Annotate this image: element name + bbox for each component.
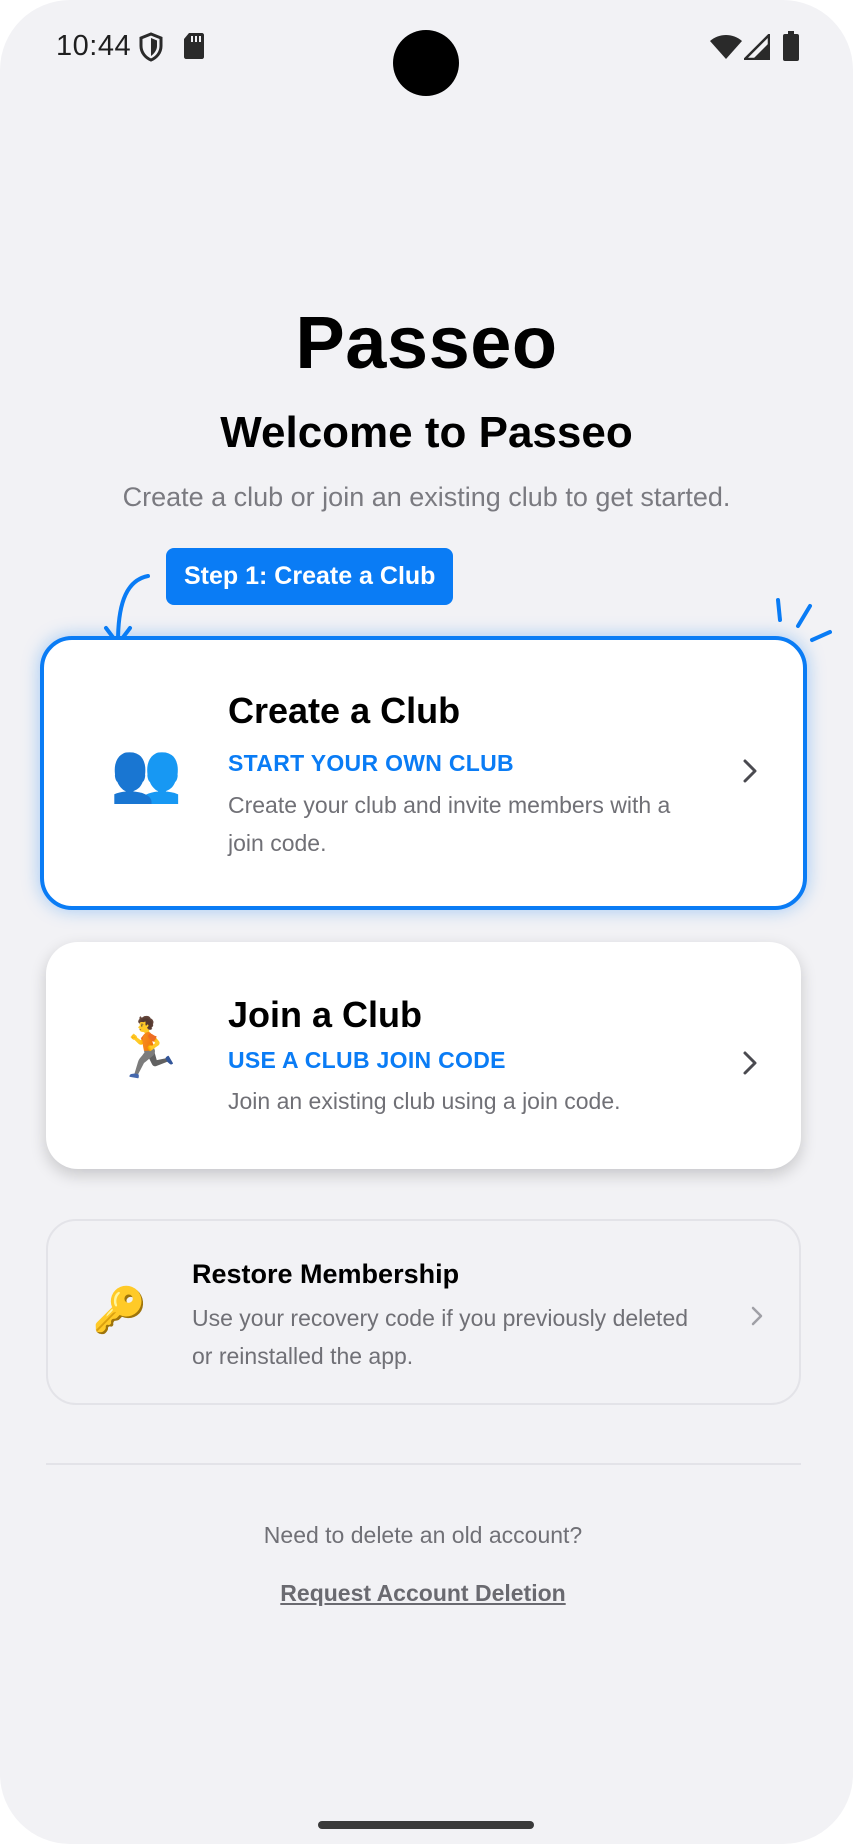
signal-icon	[744, 34, 770, 60]
app-screen: 10:44 Passeo Welcome to Passeo Create a …	[0, 0, 853, 1844]
chevron-right-icon	[743, 1051, 757, 1075]
status-time: 10:44	[56, 30, 132, 62]
restore-membership-title: Restore Membership	[192, 1259, 460, 1289]
join-club-card[interactable]: 🏃 Join a Club USE A CLUB JOIN CODE Join …	[46, 942, 801, 1169]
subtitle: Create a club or join an existing club t…	[122, 482, 731, 512]
create-club-title: Create a Club	[228, 690, 461, 731]
welcome-heading: Welcome to Passeo	[220, 408, 633, 457]
camera-cutout	[393, 30, 459, 96]
request-account-deletion-link[interactable]: Request Account Deletion	[0, 1580, 846, 1607]
join-club-description: Join an existing club using a join code.	[228, 1088, 621, 1114]
home-indicator[interactable]	[318, 1821, 534, 1829]
people-icon: 👥	[110, 740, 183, 805]
step-badge: Step 1: Create a Club	[166, 548, 454, 605]
join-club-tagline: USE A CLUB JOIN CODE	[228, 1047, 506, 1073]
create-club-tagline: START YOUR OWN CLUB	[228, 750, 514, 776]
battery-icon	[783, 31, 799, 61]
create-club-description: Create your club and invite members with…	[228, 792, 671, 856]
delete-account-question: Need to delete an old account?	[263, 1522, 583, 1548]
key-icon: 🔑	[92, 1286, 147, 1335]
chevron-right-icon	[751, 1306, 763, 1326]
shield-icon	[139, 32, 163, 62]
wifi-icon	[710, 35, 742, 59]
sd-card-icon	[184, 33, 204, 59]
restore-membership-description: Use your recovery code if you previously…	[192, 1305, 689, 1369]
join-club-title: Join a Club	[228, 994, 423, 1035]
runner-icon: 🏃	[112, 1016, 185, 1081]
create-club-card[interactable]: 👥 Create a Club START YOUR OWN CLUB Crea…	[40, 636, 807, 910]
app-title: Passeo	[295, 301, 558, 384]
restore-membership-card[interactable]: 🔑 Restore Membership Use your recovery c…	[46, 1219, 801, 1405]
divider	[46, 1463, 801, 1465]
chevron-right-icon	[743, 759, 757, 783]
